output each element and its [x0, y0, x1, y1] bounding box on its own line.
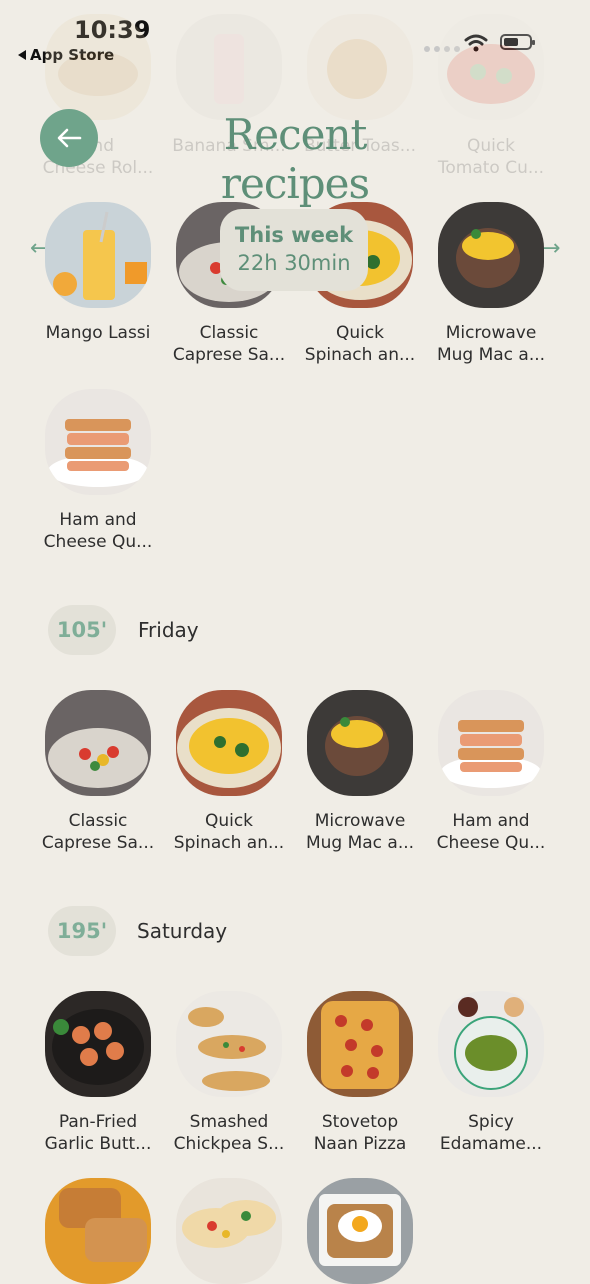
recipe-thumb [45, 14, 151, 120]
recipe-label: Quick Tomato Cu... [437, 136, 545, 178]
saturday-day-name: Saturday [137, 919, 228, 943]
recipe-thumb-tacos[interactable] [176, 1178, 282, 1284]
recipe-label: Ham and Cheese Qu... [436, 811, 546, 853]
page-title: Recent recipes [220, 110, 370, 208]
recipe-thumb-smashed-chickpea[interactable] [176, 991, 282, 1097]
recipe-label: Spicy Edamame... [439, 1112, 543, 1154]
recipe-thumb [176, 14, 282, 120]
recipe-thumb-microwave-mug-mac[interactable] [307, 690, 413, 796]
recipe-thumb [438, 14, 544, 120]
recipe-label: Classic Caprese Sa... [172, 323, 286, 365]
recipe-label: Microwave Mug Mac a... [436, 323, 546, 365]
recipe-label: Classic Caprese Sa... [41, 811, 155, 853]
recipe-thumb-stovetop-naan-pizza[interactable] [307, 991, 413, 1097]
recipe-label: Quick Spinach an... [304, 323, 416, 365]
recipe-label: Microwave Mug Mac a... [305, 811, 415, 853]
recipe-label: Quick Spinach an... [173, 811, 285, 853]
recipe-thumb-mango-lassi[interactable] [45, 202, 151, 308]
recipe-thumb-quick-spinach[interactable] [176, 690, 282, 796]
recipe-label: Pan-Fried Garlic Butt... [44, 1112, 152, 1154]
recipe-thumb-egg-toast[interactable] [307, 1178, 413, 1284]
recipe-thumb-microwave-mug-mac[interactable] [438, 202, 544, 308]
recipe-label: Smashed Chickpea S... [173, 1112, 285, 1154]
friday-minutes-badge: 105' [48, 605, 116, 655]
this-week-total: 22h 30min [237, 251, 351, 275]
this-week-summary: This week 22h 30min [220, 209, 368, 291]
this-week-label: This week [234, 223, 354, 247]
recipe-thumb-ham-cheese[interactable] [45, 389, 151, 495]
recipe-thumb-ham-cheese[interactable] [438, 690, 544, 796]
recipe-thumb-pan-fried-garlic-butter[interactable] [45, 991, 151, 1097]
friday-day-name: Friday [138, 618, 199, 642]
recipe-thumb [307, 14, 413, 120]
scroll-right-arrow-icon[interactable]: → [542, 236, 560, 261]
recipe-label: Mango Lassi [45, 323, 151, 343]
back-button[interactable] [40, 109, 98, 167]
recipe-thumb-spicy-edamame[interactable] [438, 991, 544, 1097]
back-triangle-icon [18, 50, 26, 60]
arrow-left-icon [57, 128, 82, 148]
recipe-label: Stovetop Naan Pizza [313, 1112, 407, 1154]
recipe-thumb-classic-caprese[interactable] [45, 690, 151, 796]
recipe-label: Ham and Cheese Qu... [43, 510, 153, 552]
saturday-minutes-badge: 195' [48, 906, 116, 956]
recipe-thumb-toast[interactable] [45, 1178, 151, 1284]
